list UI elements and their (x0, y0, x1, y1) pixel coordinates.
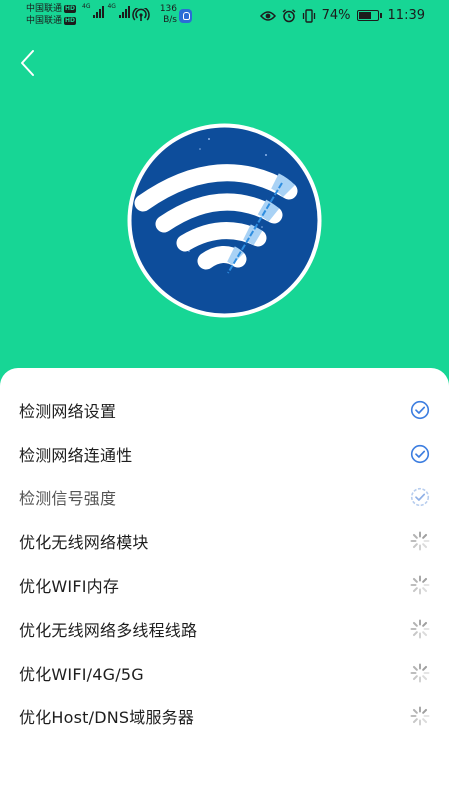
carrier-info: 中国联通 HD 中国联通 HD (26, 3, 77, 27)
spinner-icon (410, 706, 430, 726)
check-circle-pending-icon (410, 487, 430, 507)
task-label: 优化WIFI/4G/5G (19, 664, 144, 684)
chevron-left-icon (21, 50, 34, 76)
network-speed-unit: B/s (163, 15, 177, 25)
spinner-icon (410, 619, 430, 639)
status-icons-right: 74% 11:39 (259, 8, 425, 23)
network-type-1: 4G (82, 3, 91, 10)
clock-time: 11:39 (387, 8, 425, 23)
hotspot-icon (132, 8, 150, 21)
task-label: 优化无线网络模块 (19, 533, 149, 553)
task-label: 优化Host/DNS域服务器 (19, 708, 195, 728)
task-item: 优化无线网络多线程线路 (0, 607, 449, 651)
task-item: 优化无线网络模块 (0, 519, 449, 563)
task-label: 检测信号强度 (19, 489, 117, 509)
task-label: 检测网络连通性 (19, 445, 133, 465)
task-label: 检测网络设置 (19, 401, 117, 421)
back-button[interactable] (12, 46, 42, 80)
optimization-card: 检测网络设置 检测网络连通性 检测信号强度优化无线网络模块 优化WIFI内存优化无线网… (0, 368, 449, 799)
vpn-lock-icon (179, 9, 192, 23)
spinner-icon (410, 575, 430, 595)
wifi-scan-illustration (125, 121, 324, 320)
carrier-2-name: 中国联通 (26, 16, 63, 26)
signal-strength-icon (118, 6, 130, 18)
hd-badge: HD (64, 5, 77, 13)
task-item: 优化Host/DNS域服务器 (0, 695, 449, 739)
cellular-signals: 4G 4G (82, 3, 130, 18)
signal-strength-icon (93, 6, 105, 18)
check-circle-icon (410, 400, 430, 420)
wifi-icon (127, 123, 322, 318)
network-speed-value: 136 (159, 4, 177, 14)
task-item: 检测网络设置 (0, 388, 449, 432)
carrier-1-name: 中国联通 (26, 4, 63, 14)
status-bar: 中国联通 HD 中国联通 HD 4G 4G 136 B/s 74% 11:39 (0, 0, 449, 34)
alarm-icon (282, 8, 296, 22)
task-item: 优化WIFI/4G/5G (0, 651, 449, 695)
task-label: 优化无线网络多线程线路 (19, 620, 198, 640)
network-type-2: 4G (107, 3, 116, 10)
vibrate-icon (302, 8, 315, 23)
task-item: 检测网络连通性 (0, 432, 449, 476)
battery-percent: 74% (321, 8, 351, 23)
network-speed: 136 B/s (157, 4, 177, 26)
spinner-icon (410, 663, 430, 683)
check-circle-icon (410, 444, 430, 464)
battery-charging-icon (356, 10, 382, 21)
spinner-icon (410, 531, 430, 551)
hd-badge: HD (64, 17, 77, 25)
eye-icon (259, 10, 276, 21)
task-item: 检测信号强度 (0, 476, 449, 520)
optimization-task-list: 检测网络设置 检测网络连通性 检测信号强度优化无线网络模块 优化WIFI内存优化无线网… (0, 368, 449, 738)
task-item: 优化WIFI内存 (0, 563, 449, 607)
task-label: 优化WIFI内存 (19, 577, 120, 597)
